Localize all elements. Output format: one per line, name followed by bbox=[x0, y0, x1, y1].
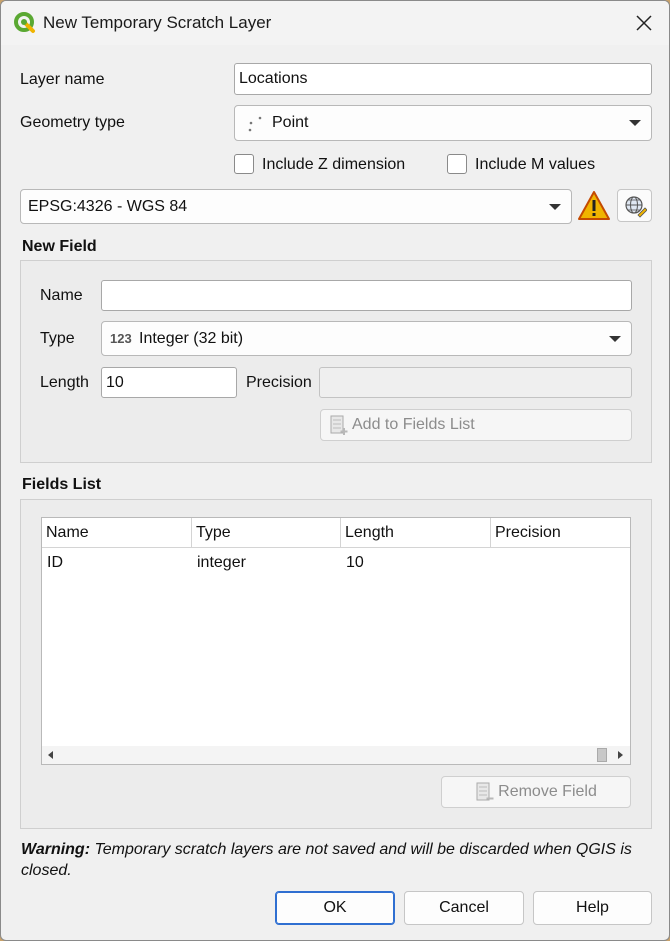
integer-type-icon: 123 bbox=[110, 331, 132, 346]
title-bar: New Temporary Scratch Layer bbox=[1, 1, 669, 45]
geometry-type-label: Geometry type bbox=[20, 114, 125, 131]
field-length-input[interactable]: 10 bbox=[101, 367, 237, 398]
fields-table[interactable]: Name Type Length Precision ID integer 10 bbox=[41, 517, 631, 765]
geometry-type-value: Point bbox=[272, 114, 309, 131]
scrollbar-thumb[interactable] bbox=[597, 748, 607, 762]
field-type-label: Type bbox=[40, 330, 75, 347]
field-name-input[interactable] bbox=[101, 280, 632, 311]
chevron-down-icon bbox=[549, 203, 561, 210]
help-button[interactable]: Help bbox=[533, 891, 652, 925]
warning-text: Temporary scratch layers are not saved a… bbox=[21, 841, 632, 879]
close-icon bbox=[636, 15, 652, 31]
horizontal-scrollbar[interactable] bbox=[42, 746, 630, 764]
add-field-icon bbox=[330, 415, 348, 435]
field-precision-input[interactable] bbox=[319, 367, 632, 398]
column-header-name[interactable]: Name bbox=[42, 518, 192, 548]
add-to-fields-list-button[interactable]: Add to Fields List bbox=[320, 409, 632, 441]
close-button[interactable] bbox=[627, 7, 661, 39]
table-cell-length[interactable]: 10 bbox=[346, 554, 364, 572]
warning-message: Warning: Temporary scratch layers are no… bbox=[21, 839, 651, 881]
field-type-value: Integer (32 bit) bbox=[139, 330, 244, 347]
scroll-right-icon[interactable] bbox=[615, 750, 625, 760]
window-title: New Temporary Scratch Layer bbox=[43, 13, 272, 32]
dialog-window: New Temporary Scratch Layer Layer name L… bbox=[0, 0, 670, 941]
include-m-checkbox[interactable] bbox=[447, 154, 467, 174]
field-precision-label: Precision bbox=[246, 374, 312, 391]
remove-field-icon bbox=[476, 782, 494, 801]
new-field-title: New Field bbox=[22, 238, 97, 255]
crs-value: EPSG:4326 - WGS 84 bbox=[28, 198, 188, 215]
geometry-type-select[interactable]: Point bbox=[234, 105, 652, 141]
table-cell-type[interactable]: integer bbox=[197, 554, 246, 572]
globe-settings-icon bbox=[625, 196, 647, 218]
remove-field-button[interactable]: Remove Field bbox=[441, 776, 631, 808]
point-geometry-icon bbox=[248, 116, 262, 132]
qgis-logo-icon bbox=[14, 12, 35, 33]
column-header-precision[interactable]: Precision bbox=[491, 518, 630, 548]
chevron-down-icon bbox=[609, 335, 621, 342]
chevron-down-icon bbox=[629, 120, 641, 126]
fields-list-title: Fields List bbox=[22, 476, 102, 493]
layer-name-input[interactable]: Locations bbox=[234, 63, 652, 95]
warning-icon bbox=[578, 191, 610, 220]
column-header-type[interactable]: Type bbox=[192, 518, 341, 548]
add-to-fields-list-label: Add to Fields List bbox=[352, 416, 475, 433]
table-cell-name[interactable]: ID bbox=[47, 554, 63, 572]
cancel-button[interactable]: Cancel bbox=[404, 891, 524, 925]
include-z-label: Include Z dimension bbox=[262, 156, 406, 173]
column-header-length[interactable]: Length bbox=[341, 518, 491, 548]
field-name-label: Name bbox=[40, 287, 83, 304]
select-crs-button[interactable] bbox=[617, 189, 652, 222]
field-type-select[interactable]: 123 Integer (32 bit) bbox=[101, 321, 632, 356]
include-m-label: Include M values bbox=[475, 156, 596, 173]
remove-field-label: Remove Field bbox=[498, 783, 597, 800]
ok-button[interactable]: OK bbox=[275, 891, 395, 925]
warning-prefix: Warning: bbox=[21, 841, 91, 858]
scroll-left-icon[interactable] bbox=[46, 750, 56, 760]
layer-name-label: Layer name bbox=[20, 71, 105, 88]
field-length-label: Length bbox=[40, 374, 89, 391]
crs-select[interactable]: EPSG:4326 - WGS 84 bbox=[20, 189, 572, 224]
include-z-checkbox[interactable] bbox=[234, 154, 254, 174]
